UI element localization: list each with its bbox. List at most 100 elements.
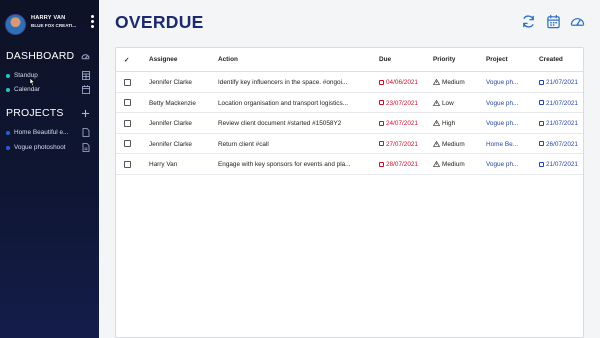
user-name: HARRY VAN — [31, 15, 66, 21]
column-header-created[interactable]: Created — [539, 56, 563, 63]
priority-text: Low — [442, 99, 454, 107]
column-header-project[interactable]: Project — [486, 56, 508, 63]
due-date-text: 04/06/2021 — [386, 79, 418, 86]
project-link[interactable]: Vogue ph... — [486, 161, 532, 168]
action-cell[interactable]: Review client document #started #15058Y2 — [218, 120, 368, 127]
warning-icon — [433, 140, 440, 147]
assignee-cell: Harry Van — [149, 161, 178, 168]
assignee-cell: Jennifer Clarke — [149, 120, 192, 127]
due-date-text: 23/07/2021 — [386, 99, 418, 107]
overdue-table: ✓ Assignee Action Due Priority Project C… — [115, 47, 584, 338]
priority-cell: Medium — [433, 161, 465, 168]
row-checkbox[interactable] — [124, 140, 131, 147]
table-row[interactable]: Jennifer Clarke Review client document #… — [116, 113, 583, 134]
table-row[interactable]: Harry Van Engage with key sponsors for e… — [116, 154, 583, 175]
status-dot — [6, 131, 10, 135]
warning-icon — [433, 161, 440, 167]
row-checkbox[interactable] — [124, 119, 131, 127]
calendar-icon — [539, 120, 544, 126]
created-date-cell: 21/07/2021 — [539, 120, 578, 127]
created-date-text: 21/07/2021 — [546, 161, 578, 168]
calendar-icon — [379, 161, 384, 167]
sidebar-item-standup[interactable]: Standup — [6, 71, 94, 82]
column-header-action[interactable]: Action — [218, 56, 238, 63]
due-date-text: 24/07/2021 — [386, 120, 418, 127]
created-date-cell: 21/07/2021 — [539, 79, 578, 86]
action-cell[interactable]: Identify key influencers in the space. #… — [218, 79, 368, 86]
assignee-cell: Betty Mackenzie — [149, 99, 196, 107]
dashboard-gauge-icon[interactable] — [570, 14, 585, 29]
page-title: OVERDUE — [115, 12, 204, 32]
select-all-checkmark-icon[interactable]: ✓ — [124, 56, 129, 64]
plus-icon[interactable] — [81, 109, 90, 118]
column-header-assignee[interactable]: Assignee — [149, 56, 177, 63]
file-icon[interactable] — [82, 128, 90, 137]
file-icon[interactable] — [82, 143, 90, 152]
dashboard-gauge-icon[interactable] — [81, 52, 90, 61]
priority-cell: Low — [433, 99, 454, 107]
row-checkbox[interactable] — [124, 78, 131, 86]
due-date-cell: 28/07/2021 — [379, 161, 418, 168]
projects-heading[interactable]: PROJECTS — [6, 107, 64, 119]
row-checkbox[interactable] — [124, 160, 131, 168]
sidebar-item-label: Home Beautiful e... — [14, 129, 69, 136]
table-header: ✓ Assignee Action Due Priority Project C… — [116, 48, 583, 72]
priority-text: Medium — [442, 79, 465, 86]
sidebar-item-label: Vogue photoshoot — [14, 144, 66, 151]
assignee-cell: Jennifer Clarke — [149, 79, 192, 86]
action-cell[interactable]: Return client #call — [218, 141, 368, 148]
priority-text: Medium — [442, 161, 465, 168]
dashboard-heading[interactable]: DASHBOARD — [6, 50, 74, 62]
refresh-icon[interactable] — [521, 14, 536, 29]
sidebar-item-calendar[interactable]: Calendar — [6, 85, 94, 96]
created-date-text: 26/07/2021 — [546, 140, 578, 148]
calendar-icon — [539, 141, 544, 146]
calendar-icon[interactable] — [82, 85, 90, 94]
calendar-icon — [539, 79, 544, 85]
priority-cell: Medium — [433, 140, 465, 148]
avatar[interactable] — [5, 14, 26, 35]
project-link[interactable]: Vogue ph... — [486, 120, 532, 127]
project-link[interactable]: Vogue ph... — [486, 100, 532, 107]
status-dot — [6, 74, 10, 78]
due-date-cell: 04/06/2021 — [379, 79, 418, 86]
table-row[interactable]: Jennifer Clarke Return client #call 27/0… — [116, 134, 583, 154]
status-dot — [6, 146, 10, 150]
project-link[interactable]: Vogue ph... — [486, 79, 532, 86]
created-date-cell: 21/07/2021 — [539, 161, 578, 168]
sidebar-item-vogue-photoshoot[interactable]: Vogue photoshoot — [6, 143, 94, 154]
calendar-icon — [539, 161, 544, 167]
status-dot — [6, 88, 10, 92]
priority-cell: High — [433, 120, 455, 127]
calendar-icon[interactable] — [546, 14, 561, 29]
cursor-icon — [29, 77, 36, 87]
action-cell[interactable]: Engage with key sponsors for events and … — [218, 161, 368, 168]
column-header-due[interactable]: Due — [379, 56, 391, 63]
calendar-icon — [379, 100, 384, 105]
warning-icon — [433, 99, 440, 106]
calendar-icon — [539, 100, 544, 105]
calendar-icon — [379, 79, 384, 85]
calendar-icon — [379, 141, 384, 146]
table-icon[interactable] — [82, 71, 90, 80]
action-cell[interactable]: Location organisation and transport logi… — [218, 100, 368, 107]
table-row[interactable]: Jennifer Clarke Identify key influencers… — [116, 72, 583, 93]
due-date-cell: 24/07/2021 — [379, 120, 418, 127]
column-header-priority[interactable]: Priority — [433, 56, 455, 63]
row-checkbox[interactable] — [124, 99, 131, 106]
due-date-text: 27/07/2021 — [386, 140, 418, 148]
warning-icon — [433, 79, 440, 85]
table-row[interactable]: Betty Mackenzie Location organisation an… — [116, 93, 583, 113]
due-date-cell: 27/07/2021 — [379, 141, 418, 148]
more-options-icon[interactable] — [91, 15, 95, 31]
warning-icon — [433, 120, 440, 126]
sidebar-item-home-beautiful[interactable]: Home Beautiful e... — [6, 128, 94, 139]
user-profile[interactable]: HARRY VAN BLUE FOX CREATI... — [5, 12, 95, 36]
priority-text: High — [442, 120, 456, 127]
user-organization: BLUE FOX CREATI... — [31, 23, 77, 28]
project-link[interactable]: Home Be... — [486, 141, 532, 148]
sidebar-item-label: Calendar — [14, 86, 40, 93]
priority-text: Medium — [442, 140, 465, 148]
calendar-icon — [379, 120, 384, 126]
created-date-cell: 26/07/2021 — [539, 141, 578, 148]
